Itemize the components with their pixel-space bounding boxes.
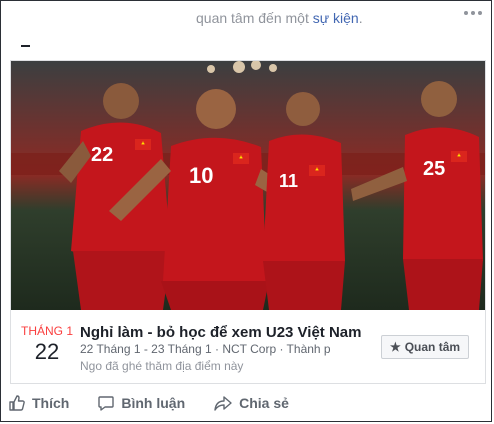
comment-label: Bình luận [121, 395, 186, 411]
comment-button[interactable]: Bình luận [97, 394, 185, 412]
notice-suffix: . [358, 10, 363, 26]
jersey-number: 10 [189, 163, 213, 188]
share-label: Chia sẻ [239, 395, 289, 411]
event-card[interactable]: 22 10 11 25 THÁNG 1 22 Nghỉ làm - bỏ học… [10, 60, 486, 384]
jersey-number: 11 [279, 171, 298, 191]
share-button[interactable]: Chia sẻ [213, 394, 289, 412]
jersey-number: 25 [423, 158, 445, 180]
event-visited-note: Ngo đã ghé thăm địa điểm này [80, 359, 244, 373]
event-link[interactable]: sự kiện [313, 10, 359, 26]
thumbs-up-icon [9, 395, 25, 411]
post-text-fragment [21, 45, 30, 47]
more-options-icon[interactable] [464, 11, 482, 15]
like-label: Thích [32, 395, 70, 411]
comment-icon [98, 396, 115, 411]
interested-button[interactable]: ★ Quan tâm [381, 335, 469, 359]
event-details: 22 Tháng 1 - 23 Tháng 1 · NCT Corp · Thà… [80, 342, 330, 356]
like-button[interactable]: Thích [8, 394, 69, 412]
notice-prefix: quan tâm đến một [196, 10, 313, 26]
event-month: THÁNG 1 [21, 324, 74, 338]
post-notice: quan tâm đến một sự kiện. [196, 10, 363, 26]
event-cover-photo[interactable]: 22 10 11 25 [11, 61, 485, 310]
event-day: 22 [34, 339, 60, 364]
post-actions: Thích Bình luận Chia sẻ [8, 394, 317, 412]
jersey-number: 22 [91, 144, 113, 166]
star-icon: ★ [389, 340, 401, 354]
event-date: THÁNG 1 22 [21, 324, 73, 366]
interested-label: Quan tâm [404, 340, 461, 354]
share-icon [214, 396, 232, 411]
event-title[interactable]: Nghỉ làm - bỏ học để xem U23 Việt Nam [80, 324, 361, 341]
